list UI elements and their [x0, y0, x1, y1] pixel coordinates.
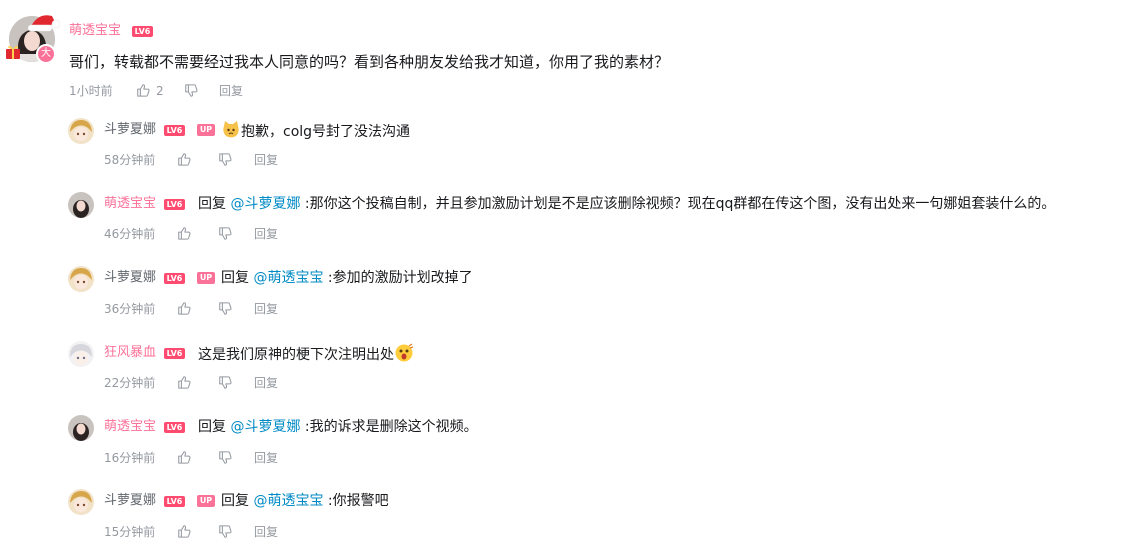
avatar[interactable]	[68, 266, 94, 292]
reply-button[interactable]: 回复	[254, 152, 278, 168]
reply-button[interactable]: 回复	[254, 524, 278, 540]
avatar[interactable]	[68, 192, 94, 218]
level-badge: LV6	[164, 199, 185, 210]
comment-text: 哥们，转载都不需要经过我本人同意的吗？看到各种朋友发给我才知道，你用了我的素材？	[69, 53, 670, 71]
reply-prefix: 回复	[198, 196, 231, 212]
reply-content: 回复 @萌透宝宝 :参加的激励计划改掉了	[221, 268, 473, 288]
anime-avatar-icon	[68, 266, 94, 292]
like-icon[interactable]	[177, 450, 191, 464]
like-icon[interactable]	[177, 226, 191, 240]
reply-username[interactable]: 萌透宝宝	[104, 419, 156, 435]
level-badge: LV6	[132, 26, 153, 37]
reply-content: 抱歉，colg号封了没法沟通	[221, 120, 410, 142]
reply-content: 回复 @斗萝夏娜 :那你这个投稿自制，并且参加激励计划是不是应该删除视频？现在q…	[198, 194, 1055, 214]
level-badge: LV6	[164, 125, 185, 136]
avatar[interactable]	[68, 341, 94, 367]
reply-prefix: 回复	[221, 270, 254, 286]
dislike-icon[interactable]	[218, 451, 232, 465]
reply-username[interactable]: 萌透宝宝	[104, 196, 156, 212]
dislike-icon[interactable]	[218, 302, 232, 316]
vip-badge: 大	[36, 44, 56, 64]
dislike-icon[interactable]	[218, 227, 232, 241]
reply-time: 46分钟前	[104, 227, 156, 241]
reply-button[interactable]: 回复	[219, 83, 243, 99]
reply-text: :我的诉求是删除这个视频。	[300, 419, 478, 435]
like-icon[interactable]	[177, 152, 191, 166]
like-count: 2	[156, 84, 164, 98]
dislike-icon[interactable]	[218, 376, 232, 390]
up-badge: UP	[197, 272, 215, 284]
cat-emoji-icon	[223, 121, 239, 138]
reply-username[interactable]: 斗萝夏娜	[104, 270, 156, 286]
reply-prefix: 回复	[221, 493, 254, 509]
anime-avatar-icon	[68, 341, 94, 367]
dislike-icon[interactable]	[218, 153, 232, 167]
reply-button[interactable]: 回复	[254, 375, 278, 391]
reply-time: 58分钟前	[104, 153, 156, 167]
avatar[interactable]	[68, 489, 94, 515]
reply-text: 这是我们原神的梗下次注明出处	[198, 347, 394, 363]
reply-content: 回复 @萌透宝宝 :你报警吧	[221, 491, 389, 511]
avatar[interactable]	[68, 118, 94, 144]
reply-button[interactable]: 回复	[254, 450, 278, 466]
vip-badge-label: 大	[41, 48, 51, 59]
surprised-emoji-icon	[395, 343, 414, 362]
level-badge: LV6	[164, 496, 185, 507]
reply-username[interactable]: 斗萝夏娜	[104, 122, 156, 138]
gift-icon	[6, 45, 20, 59]
reply-button[interactable]: 回复	[254, 301, 278, 317]
up-badge: UP	[197, 495, 215, 507]
up-badge: UP	[197, 124, 215, 136]
like-icon[interactable]	[136, 83, 150, 97]
level-badge: LV6	[164, 422, 185, 433]
reply-text: :你报警吧	[323, 493, 389, 509]
user-portrait-icon	[68, 415, 94, 441]
reply-text: :参加的激励计划改掉了	[323, 270, 473, 286]
mention-link[interactable]: @萌透宝宝	[253, 493, 323, 509]
comment-time: 1小时前	[69, 84, 113, 98]
reply-username[interactable]: 狂风暴血	[104, 345, 156, 361]
anime-avatar-icon	[68, 489, 94, 515]
reply-prefix: 回复	[198, 419, 231, 435]
level-badge: LV6	[164, 348, 185, 359]
level-badge: LV6	[164, 273, 185, 284]
mention-link[interactable]: @斗萝夏娜	[230, 419, 300, 435]
reply-time: 15分钟前	[104, 525, 156, 539]
user-portrait-icon	[68, 192, 94, 218]
reply-text: :那你这个投稿自制，并且参加激励计划是不是应该删除视频？现在qq群都在传这个图，…	[300, 196, 1056, 212]
avatar[interactable]	[68, 415, 94, 441]
reply-content: 这是我们原神的梗下次注明出处	[198, 343, 414, 365]
like-icon[interactable]	[177, 524, 191, 538]
like-icon[interactable]	[177, 301, 191, 315]
mention-link[interactable]: @斗萝夏娜	[230, 196, 300, 212]
reply-button[interactable]: 回复	[254, 226, 278, 242]
dislike-icon[interactable]	[184, 84, 198, 98]
comment-username[interactable]: 萌透宝宝	[69, 23, 121, 39]
anime-avatar-icon	[68, 118, 94, 144]
mention-link[interactable]: @萌透宝宝	[253, 270, 323, 286]
reply-username[interactable]: 斗萝夏娜	[104, 493, 156, 509]
dislike-icon[interactable]	[218, 525, 232, 539]
reply-time: 16分钟前	[104, 451, 156, 465]
santa-hat-icon	[27, 15, 61, 32]
reply-time: 36分钟前	[104, 302, 156, 316]
reply-time: 22分钟前	[104, 376, 156, 390]
reply-content: 回复 @斗萝夏娜 :我的诉求是删除这个视频。	[198, 417, 478, 437]
like-icon[interactable]	[177, 375, 191, 389]
reply-text: 抱歉，colg号封了没法沟通	[241, 124, 411, 140]
